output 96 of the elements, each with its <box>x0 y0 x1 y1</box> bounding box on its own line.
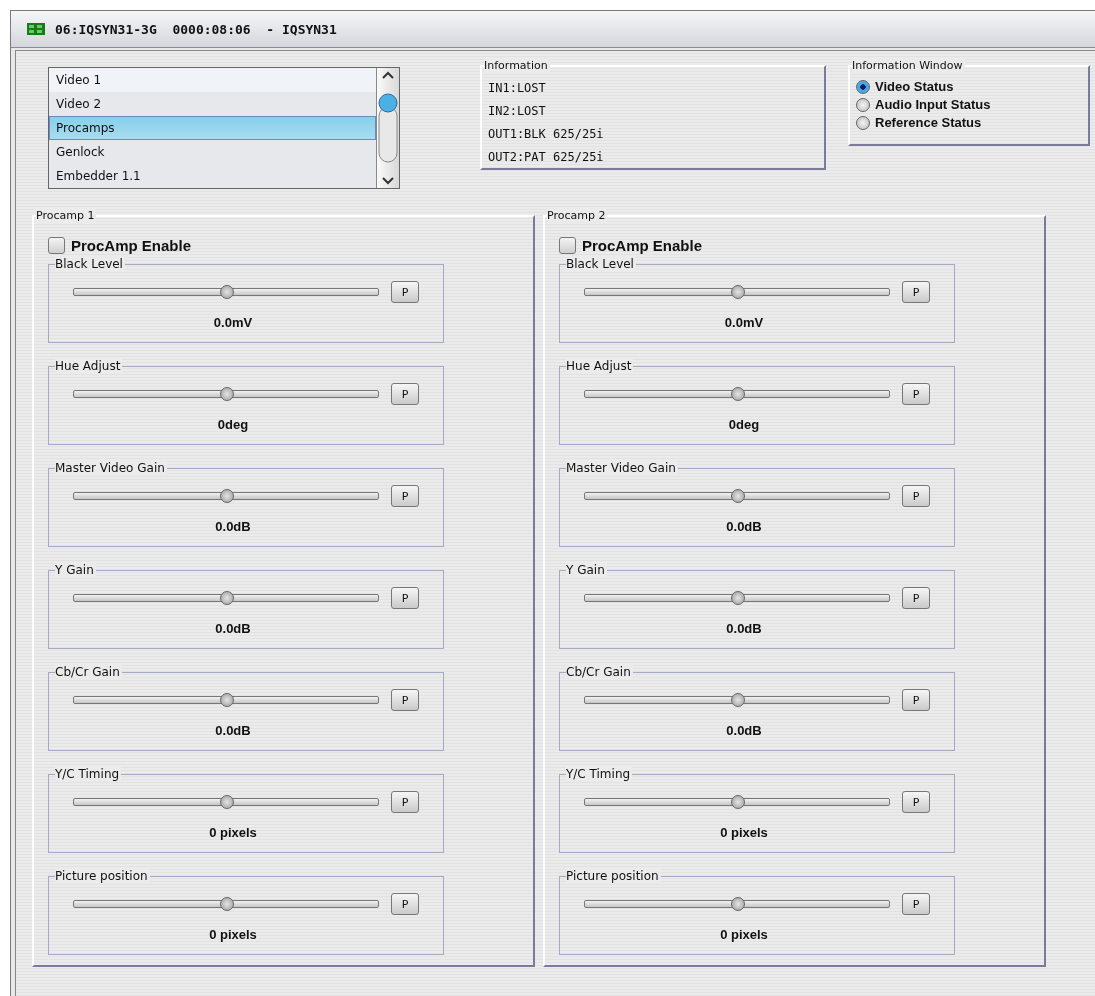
slider-thumb[interactable] <box>220 693 234 707</box>
slider-thumb[interactable] <box>731 489 745 503</box>
board-icon <box>27 23 45 35</box>
checkbox[interactable] <box>48 237 65 254</box>
group-title: Y/C Timing <box>566 767 633 781</box>
preset-button[interactable]: P <box>391 689 419 711</box>
panel-title: Information <box>484 59 550 72</box>
checkbox-label[interactable]: ProcAmp Enable <box>582 237 703 254</box>
slider-track[interactable] <box>73 798 379 806</box>
slider-track[interactable] <box>73 288 379 296</box>
preset-button[interactable]: P <box>391 383 419 405</box>
value-readout: 0 pixels <box>209 927 257 942</box>
slider-track[interactable] <box>584 390 890 398</box>
scrollbar[interactable] <box>376 68 399 188</box>
group-title: Black Level <box>55 257 125 271</box>
preset-button[interactable]: P <box>391 281 419 303</box>
value-readout: 0 pixels <box>720 927 768 942</box>
group-title: Hue Adjust <box>566 359 634 373</box>
preset-button[interactable]: P <box>391 893 419 915</box>
slider-track[interactable] <box>73 390 379 398</box>
status-line: IN1:LOST <box>488 81 547 95</box>
radio-button[interactable] <box>856 79 870 94</box>
group-title: Black Level <box>566 257 636 271</box>
preset-button[interactable]: P <box>391 587 419 609</box>
group-title: Y Gain <box>55 563 96 577</box>
slider-thumb[interactable] <box>220 897 234 911</box>
slider-track[interactable] <box>73 594 379 602</box>
window-title: 06:IQSYN31-3G 0000:08:06 - IQSYN31 <box>55 21 337 37</box>
slider-track[interactable] <box>584 288 890 296</box>
checkbox-label[interactable]: ProcAmp Enable <box>71 237 192 254</box>
slider-thumb[interactable] <box>731 591 745 605</box>
radio-label[interactable]: Reference Status <box>875 115 982 130</box>
group-title: Hue Adjust <box>55 359 123 373</box>
preset-button[interactable]: P <box>902 281 930 303</box>
panel-title: Information Window <box>852 59 965 72</box>
group-title: Cb/Cr Gain <box>566 665 633 679</box>
slider-thumb[interactable] <box>220 387 234 401</box>
status-line: IN2:LOST <box>488 104 547 118</box>
value-readout: 0 pixels <box>720 825 768 840</box>
group-title: Y/C Timing <box>55 767 122 781</box>
slider-track[interactable] <box>584 798 890 806</box>
slider-track[interactable] <box>584 492 890 500</box>
status-line: OUT2:PAT 625/25i <box>488 150 605 164</box>
value-readout: 0.0dB <box>215 723 251 738</box>
group-title: Y Gain <box>566 563 607 577</box>
radio-label[interactable]: Audio Input Status <box>875 97 991 112</box>
value-readout: 0.0dB <box>726 519 762 534</box>
slider-track[interactable] <box>584 696 890 704</box>
group-title: Master Video Gain <box>566 461 678 475</box>
preset-button[interactable]: P <box>902 485 930 507</box>
value-readout: 0.0mV <box>724 315 764 330</box>
value-readout: 0.0dB <box>215 519 251 534</box>
preset-button[interactable]: P <box>902 587 930 609</box>
list-item[interactable]: Video 1 <box>49 68 376 92</box>
slider-thumb[interactable] <box>220 795 234 809</box>
slider-thumb[interactable] <box>731 795 745 809</box>
value-readout: 0.0dB <box>726 723 762 738</box>
value-readout: 0.0dB <box>726 621 762 636</box>
group-title: Cb/Cr Gain <box>55 665 122 679</box>
slider-track[interactable] <box>584 900 890 908</box>
slider-thumb[interactable] <box>220 591 234 605</box>
slider-track[interactable] <box>73 900 379 908</box>
slider-thumb[interactable] <box>731 897 745 911</box>
scroll-up-icon[interactable] <box>382 71 394 79</box>
value-readout: 0.0mV <box>213 315 253 330</box>
preset-button[interactable]: P <box>391 485 419 507</box>
slider-thumb[interactable] <box>220 285 234 299</box>
group-title: Picture position <box>566 869 661 883</box>
status-line: OUT1:BLK 625/25i <box>488 127 605 141</box>
value-readout: 0 pixels <box>209 825 257 840</box>
slider-thumb[interactable] <box>731 285 745 299</box>
radio-button[interactable] <box>856 115 870 130</box>
value-readout: 0deg <box>728 417 760 432</box>
panel-title: Procamp 1 <box>36 209 97 222</box>
group-title: Picture position <box>55 869 150 883</box>
panel-title: Procamp 2 <box>547 209 608 222</box>
preset-button[interactable]: P <box>902 689 930 711</box>
scroll-thumb[interactable] <box>378 93 398 163</box>
group-title: Master Video Gain <box>55 461 167 475</box>
slider-track[interactable] <box>73 696 379 704</box>
list-item[interactable]: Procamps <box>49 116 376 140</box>
preset-button[interactable]: P <box>902 893 930 915</box>
slider-track[interactable] <box>73 492 379 500</box>
radio-label[interactable]: Video Status <box>875 79 954 94</box>
value-readout: 0.0dB <box>215 621 251 636</box>
slider-thumb[interactable] <box>220 489 234 503</box>
preset-button[interactable]: P <box>391 791 419 813</box>
value-readout: 0deg <box>217 417 249 432</box>
preset-button[interactable]: P <box>902 791 930 813</box>
checkbox[interactable] <box>559 237 576 254</box>
preset-button[interactable]: P <box>902 383 930 405</box>
slider-thumb[interactable] <box>731 693 745 707</box>
radio-button[interactable] <box>856 97 870 112</box>
scroll-down-icon[interactable] <box>382 177 394 185</box>
slider-track[interactable] <box>584 594 890 602</box>
slider-thumb[interactable] <box>731 387 745 401</box>
